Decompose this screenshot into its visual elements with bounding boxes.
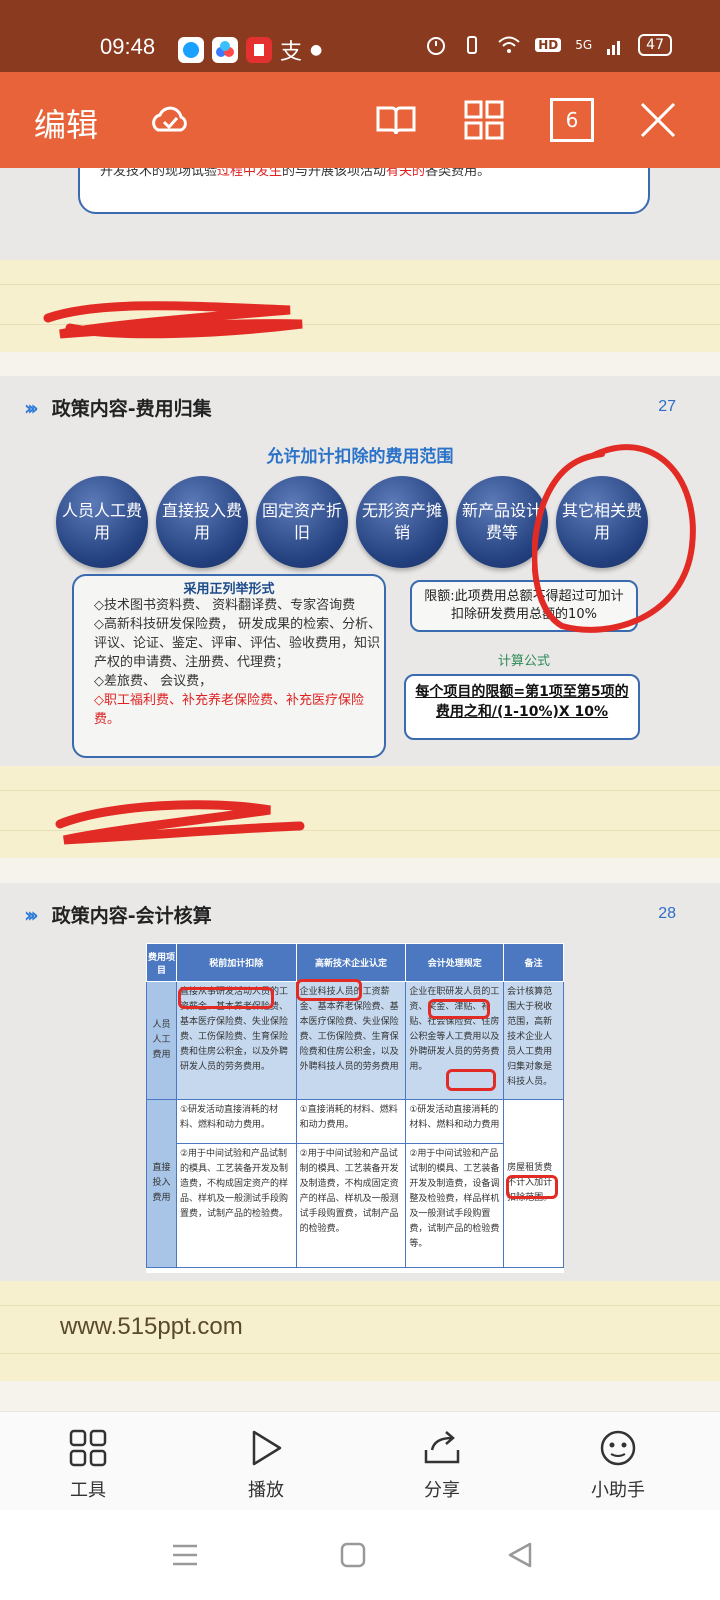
status-bar: 09:48 支 ● HD 5G 47 — [0, 0, 720, 72]
slide-title: 政策内容-费用归集 — [51, 398, 212, 420]
vibrate-icon — [467, 36, 478, 54]
expense-circle: 人员人工费用 — [56, 476, 148, 568]
notes-band: www.515ppt.com — [0, 1281, 720, 1381]
notes-band — [0, 260, 720, 352]
status-app-icons: 支 ● — [178, 34, 322, 66]
annotation-box — [296, 979, 362, 1001]
slide-header: ››› 政策内容-会计核算 — [24, 901, 212, 928]
redaction-scribble — [43, 301, 303, 339]
status-time: 09:48 — [100, 34, 156, 59]
table-cell: 人员人工费用 — [146, 981, 177, 1100]
table-cell: ①直接消耗的材料、燃料和动力费用。 — [295, 1099, 407, 1144]
back-icon[interactable] — [506, 1540, 534, 1570]
accounting-table: 费用项目 税前加计扣除 高新技术企业认定 会计处理规定 备注 人员人工费用 直接… — [146, 943, 564, 1273]
edit-button[interactable]: 编辑 — [34, 100, 98, 146]
tools-label: 工具 — [70, 1480, 106, 1501]
table-cell: 会计核算范围大于税收范围，高新技术企业人员人工费用归集对象是科技人员。 — [503, 981, 564, 1100]
watermark-text: www.515ppt.com — [60, 1313, 243, 1340]
annotation-box — [178, 987, 274, 1009]
play-button[interactable]: 播放 — [206, 1428, 326, 1502]
table-cell: ②用于中间试验和产品试制的模具、工艺装备开发及制造费，不构成固定资产的样品、样机… — [295, 1143, 407, 1268]
slide-number: 27 — [658, 398, 676, 415]
previous-slide[interactable]: 开发技术的现场试验过程中发生的与开展该项活动有关的各类费用。 — [0, 168, 720, 260]
signal-label: 5G — [575, 38, 593, 52]
expense-circle: 无形资产摊销 — [356, 476, 448, 568]
slide-header: ››› 政策内容-费用归集 — [24, 394, 212, 421]
tools-button[interactable]: 工具 — [28, 1428, 148, 1502]
chevron-icon: ››› — [24, 902, 39, 927]
enumeration-box: 采用正列举形式 ◇技术图书资料费、 资料翻译费、专家咨询费 ◇高新科技研发保险费… — [72, 574, 386, 758]
system-nav-bar — [0, 1510, 720, 1600]
table-cell: ①研发活动直接消耗的材料、燃料和动力费用 — [405, 1099, 505, 1144]
bottom-toolbar: 工具 播放 分享 小助手 — [0, 1411, 720, 1510]
formula-box: 每个项目的限额=第1项至第5项的费用之和/(1-10%)X 10% — [404, 674, 640, 740]
table-row: 直接投入费用 ①研发活动直接消耗的材料、燃料和动力费用。 ①直接消耗的材料、燃料… — [146, 1099, 564, 1268]
assistant-icon — [600, 1430, 636, 1466]
alarm-icon — [427, 37, 446, 55]
close-icon[interactable] — [636, 98, 680, 142]
table-header: 税前加计扣除 — [175, 943, 297, 982]
expense-circle: 固定资产折旧 — [256, 476, 348, 568]
table-row: ②用于中间试验和产品试制的模具、工艺装备开发及制造费，不构成固定资产的样品、样机… — [147, 1143, 564, 1268]
slide-27[interactable]: ››› 政策内容-费用归集 27 允许加计扣除的费用范围 人员人工费用 直接投入… — [0, 376, 720, 766]
table-header: 备注 — [503, 943, 564, 982]
youku-icon — [178, 37, 204, 63]
play-label: 播放 — [248, 1480, 284, 1501]
share-icon — [424, 1431, 460, 1464]
ting-icon — [246, 37, 272, 63]
wifi-icon — [498, 36, 520, 53]
table-cell: ①研发活动直接消耗的材料、燃料和动力费用。 — [175, 1099, 297, 1144]
notes-band — [0, 766, 720, 858]
chevron-icon: ››› — [24, 395, 39, 420]
slide-number: 28 — [658, 905, 676, 922]
top-toolbar: 编辑 6 — [0, 72, 720, 168]
redaction-scribble — [55, 800, 305, 845]
enumeration-list: ◇技术图书资料费、 资料翻译费、专家咨询费 ◇高新科技研发保险费， 研发成果的检… — [94, 596, 384, 729]
previous-slide-text: 开发技术的现场试验过程中发生的与开展该项活动有关的各类费用。 — [100, 168, 491, 179]
baidu-netdisk-icon — [212, 37, 238, 63]
cloud-sync-icon[interactable] — [148, 98, 192, 142]
tools-icon — [69, 1429, 107, 1467]
document-view[interactable]: 开发技术的现场试验过程中发生的与开展该项活动有关的各类费用。 ››› 政策内容-… — [0, 168, 720, 1411]
table-cell: ②用于中间试验和产品试制的模具、工艺装备开发及制造费，设备调整及检验费，样品样机… — [405, 1143, 505, 1268]
annotation-box — [506, 1175, 558, 1199]
table-header: 高新技术企业认定 — [295, 943, 407, 982]
table-cell: 直接投入费用 — [146, 1099, 177, 1268]
annotation-circle — [532, 444, 696, 633]
formula-label: 计算公式 — [497, 654, 550, 669]
list-item: ◇高新科技研发保险费， 研发成果的检索、分析、评议、论证、鉴定、评审、评估、验收… — [94, 617, 382, 670]
share-button[interactable]: 分享 — [382, 1428, 502, 1502]
annotation-box — [446, 1069, 496, 1091]
status-indicators: HD 5G 47 — [425, 34, 672, 56]
table-header: 费用项目 — [146, 943, 177, 982]
battery-indicator: 47 — [638, 34, 672, 56]
home-icon[interactable] — [340, 1542, 366, 1568]
grid-icon[interactable] — [462, 98, 506, 142]
enumeration-title: 采用正列举形式 — [183, 582, 275, 597]
share-label: 分享 — [424, 1480, 460, 1501]
menu-icon[interactable] — [170, 1540, 200, 1570]
assistant-button[interactable]: 小助手 — [558, 1428, 678, 1502]
dot-icon: ● — [310, 42, 323, 58]
list-item: ◇差旅费、 会议费， — [94, 674, 213, 689]
zhi-icon: 支 — [280, 40, 303, 65]
assistant-label: 小助手 — [591, 1480, 645, 1501]
signal-icon — [607, 41, 621, 55]
annotation-box — [428, 999, 490, 1019]
table-header-row: 费用项目 税前加计扣除 高新技术企业认定 会计处理规定 备注 — [146, 943, 564, 982]
slide-title: 政策内容-会计核算 — [51, 905, 212, 927]
list-item-excluded: ◇职工福利费、补充养老保险费、补充医疗保险费。 — [94, 693, 364, 727]
table-header: 会计处理规定 — [405, 943, 505, 982]
page-count-button[interactable]: 6 — [550, 98, 594, 142]
play-icon — [252, 1430, 282, 1466]
list-item: ◇技术图书资料费、 资料翻译费、专家咨询费 — [94, 598, 356, 613]
page-count: 6 — [565, 108, 579, 132]
slide-28[interactable]: ››› 政策内容-会计核算 28 费用项目 税前加计扣除 高新技术企业认定 会计… — [0, 883, 720, 1281]
table-cell: ②用于中间试验和产品试制的模具、工艺装备开发及制造费，不构成固定资产的样品、样机… — [175, 1143, 297, 1268]
previous-slide-box: 开发技术的现场试验过程中发生的与开展该项活动有关的各类费用。 — [78, 168, 650, 214]
expense-circle: 直接投入费用 — [156, 476, 248, 568]
book-icon[interactable] — [374, 98, 418, 142]
hd-badge: HD — [535, 38, 562, 52]
